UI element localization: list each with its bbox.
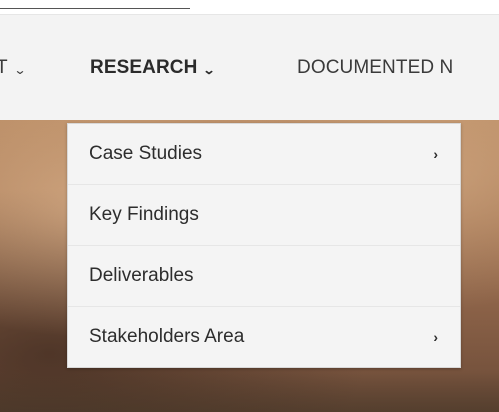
page: T ⌄ RESEARCH ⌄ DOCUMENTED N Case Studies…	[0, 0, 499, 412]
research-dropdown-menu: Case Studies › Key Findings Deliverables…	[67, 123, 461, 368]
menu-item-label: Case Studies	[89, 143, 203, 164]
top-strip	[0, 0, 499, 14]
top-divider	[0, 8, 190, 9]
menu-item-label: Key Findings	[89, 204, 199, 225]
nav-item-documented[interactable]: DOCUMENTED N	[297, 57, 453, 79]
menu-item-case-studies[interactable]: Case Studies ›	[68, 124, 460, 185]
nav-item-partial[interactable]: T ⌄	[0, 57, 27, 79]
nav-item-label: T	[0, 57, 8, 78]
menu-item-deliverables[interactable]: Deliverables	[68, 246, 460, 307]
chevron-down-icon: ⌄	[13, 62, 27, 77]
chevron-right-icon: ›	[433, 329, 438, 345]
menu-item-label: Stakeholders Area	[89, 326, 245, 347]
nav-item-label: RESEARCH	[90, 57, 198, 78]
nav-item-label: DOCUMENTED N	[297, 57, 454, 78]
chevron-down-icon: ⌄	[202, 62, 217, 77]
chevron-right-icon: ›	[433, 146, 438, 162]
menu-item-stakeholders-area[interactable]: Stakeholders Area ›	[68, 307, 460, 367]
hero-foreground	[0, 372, 499, 412]
nav-item-research[interactable]: RESEARCH ⌄	[90, 57, 217, 79]
menu-item-label: Deliverables	[89, 265, 194, 286]
menu-item-key-findings[interactable]: Key Findings	[68, 185, 460, 246]
main-navbar: T ⌄ RESEARCH ⌄ DOCUMENTED N	[0, 14, 499, 121]
